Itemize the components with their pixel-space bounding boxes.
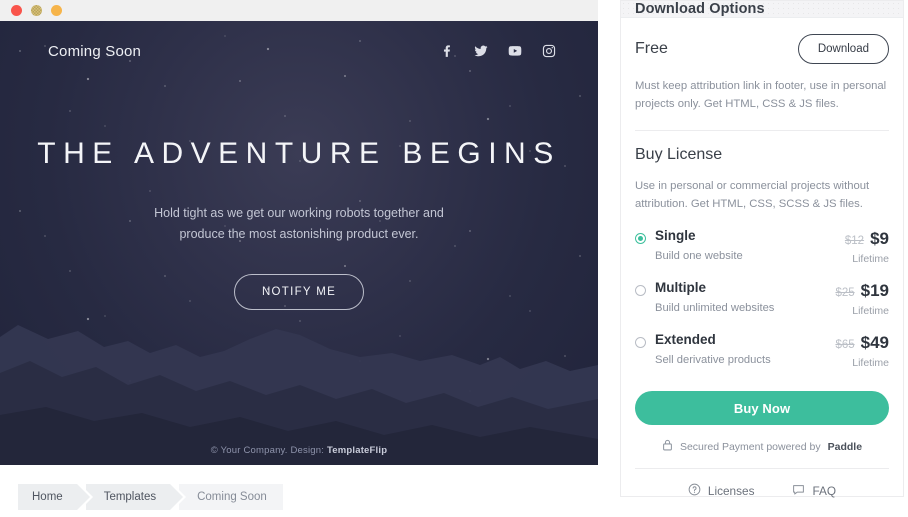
panel-title: Download Options (635, 1, 765, 17)
hero-content: THE ADVENTURE BEGINS Hold tight as we ge… (0, 21, 598, 465)
plan-sub-single: Build one website (655, 250, 743, 263)
licenses-label: Licenses (707, 484, 755, 499)
plan-name-multiple: Multiple (655, 280, 706, 296)
site-brand: Coming Soon (48, 42, 142, 60)
faq-link[interactable]: FAQ (792, 483, 836, 499)
plan-option-extended[interactable]: Extended Sell derivative products $65 $4… (635, 332, 889, 370)
plan-period-multiple: Lifetime (852, 305, 889, 318)
twitter-icon[interactable] (474, 44, 488, 58)
breadcrumb-item-current: Coming Soon (179, 483, 283, 510)
free-description: Must keep attribution link in footer, us… (635, 80, 887, 111)
radio-extended[interactable] (635, 337, 646, 349)
plan-price-extended: $49 (860, 333, 889, 353)
browser-titlebar (0, 0, 598, 21)
buy-license-heading: Buy License (635, 145, 723, 163)
hero-section: Coming Soon THE ADVENTURE BEGINS Hold ti… (0, 21, 598, 465)
divider-footer (635, 468, 889, 470)
hero-footer: © Your Company. Design: TemplateFlip (0, 445, 598, 456)
hero-footer-text: © Your Company. Design: (210, 445, 327, 456)
window-minimize-button[interactable] (31, 5, 42, 16)
breadcrumb-item-templates[interactable]: Templates (85, 483, 187, 510)
divider-free (635, 129, 889, 131)
plan-price-single: $9 (870, 229, 889, 249)
plan-name-extended: Extended (655, 332, 716, 348)
radio-multiple[interactable] (635, 285, 646, 297)
radio-single[interactable] (635, 233, 646, 245)
free-section-row: Free Download (635, 18, 889, 64)
plan-old-price-multiple: $25 (835, 287, 855, 300)
template-preview: Coming Soon THE ADVENTURE BEGINS Hold ti… (0, 0, 598, 517)
app-root: Coming Soon THE ADVENTURE BEGINS Hold ti… (0, 0, 908, 517)
breadcrumb-item-home[interactable]: Home (18, 483, 93, 510)
plan-option-single[interactable]: Single Build one website $12 $9 Lifetime (635, 228, 889, 266)
secure-payment-text: Secured Payment powered by (679, 440, 821, 453)
download-options-panel: Download Options Free Download Must keep… (620, 0, 904, 498)
hero-navbar: Coming Soon (0, 21, 598, 81)
free-heading: Free (635, 40, 668, 57)
hero-subline: Hold tight as we get our working robots … (154, 205, 444, 242)
lock-icon (662, 439, 673, 454)
buy-license-description: Use in personal or commercial projects w… (635, 179, 870, 210)
download-button[interactable]: Download (797, 34, 889, 64)
youtube-icon[interactable] (508, 44, 522, 58)
window-close-button[interactable] (11, 5, 22, 16)
plan-sub-extended: Sell derivative products (655, 354, 771, 367)
breadcrumb: Home Templates Coming Soon (0, 476, 598, 517)
faq-label: FAQ (812, 484, 837, 499)
panel-body: Free Download Must keep attribution link… (621, 18, 903, 515)
social-links (440, 44, 556, 58)
window-maximize-button[interactable] (51, 5, 62, 16)
plan-period-single: Lifetime (852, 253, 889, 266)
question-circle-icon (688, 483, 701, 499)
panel-footer-links: Licenses FAQ (635, 483, 889, 515)
payment-provider: Paddle (827, 440, 863, 453)
hero-footer-brand: TemplateFlip (326, 445, 388, 456)
plan-sub-multiple: Build unlimited websites (655, 302, 775, 315)
secure-payment-note: Secured Payment powered by Paddle (635, 439, 889, 454)
chat-bubble-icon (792, 483, 805, 499)
facebook-icon[interactable] (440, 44, 454, 58)
plan-old-price-extended: $65 (835, 339, 855, 352)
panel-header: Download Options (621, 1, 903, 18)
licenses-link[interactable]: Licenses (688, 483, 755, 499)
buy-now-button[interactable]: Buy Now (635, 391, 889, 426)
plan-price-multiple: $19 (860, 281, 889, 301)
hero-headline: THE ADVENTURE BEGINS (37, 136, 561, 170)
notify-me-button[interactable]: NOTIFY ME (233, 273, 365, 310)
plan-name-single: Single (655, 228, 696, 244)
plan-period-extended: Lifetime (852, 357, 889, 370)
instagram-icon[interactable] (542, 44, 556, 58)
plan-option-multiple[interactable]: Multiple Build unlimited websites $25 $1… (635, 280, 889, 318)
plan-old-price-single: $12 (844, 235, 865, 248)
